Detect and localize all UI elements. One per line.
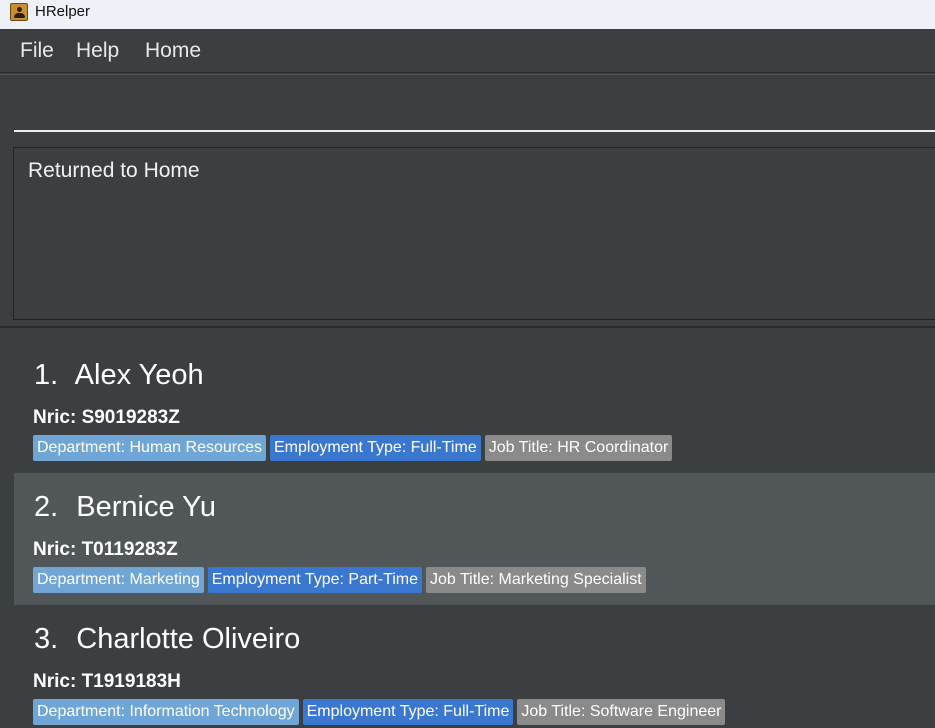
result-display: Returned to Home (13, 147, 935, 320)
menu-file[interactable]: File (20, 39, 54, 63)
job-title-tag: Job Title: Marketing Specialist (426, 567, 646, 593)
person-name-line: 2. Bernice Yu (34, 491, 216, 524)
department-tag: Department: Marketing (33, 567, 204, 593)
panel-divider (0, 326, 935, 328)
command-box (0, 74, 935, 139)
person-list[interactable]: 1. Alex Yeoh Nric: S9019283Z Department:… (14, 341, 935, 728)
person-tags: Department: Human Resources Employment T… (33, 435, 673, 461)
person-card[interactable]: 2. Bernice Yu Nric: T0119283Z Department… (14, 473, 935, 605)
title-bar: HRelper (0, 0, 935, 29)
result-message: Returned to Home (28, 159, 200, 182)
person-name-line: 3. Charlotte Oliveiro (34, 623, 300, 656)
person-tags: Department: Information Technology Emplo… (33, 699, 726, 725)
person-index: 1. (34, 359, 59, 391)
employment-type-tag: Employment Type: Full-Time (269, 435, 481, 461)
person-name: Charlotte Oliveiro (76, 623, 301, 655)
menu-help[interactable]: Help (76, 39, 119, 63)
department-tag: Department: Human Resources (33, 435, 266, 461)
person-card[interactable]: 1. Alex Yeoh Nric: S9019283Z Department:… (14, 341, 935, 473)
command-input[interactable] (14, 90, 935, 132)
menu-bar: File Help Home (0, 29, 935, 73)
menu-home[interactable]: Home (145, 39, 201, 63)
person-tags: Department: Marketing Employment Type: P… (33, 567, 646, 593)
person-index: 2. (34, 491, 59, 523)
department-tag: Department: Information Technology (33, 699, 299, 725)
person-name: Alex Yeoh (74, 359, 204, 391)
person-name-line: 1. Alex Yeoh (34, 359, 204, 392)
job-title-tag: Job Title: Software Engineer (517, 699, 726, 725)
person-name: Bernice Yu (76, 491, 216, 523)
person-card[interactable]: 3. Charlotte Oliveiro Nric: T1919183H De… (14, 605, 935, 728)
employment-type-tag: Employment Type: Full-Time (302, 699, 514, 725)
person-nric: Nric: T1919183H (33, 671, 181, 692)
person-nric: Nric: T0119283Z (33, 539, 178, 560)
person-nric: Nric: S9019283Z (33, 407, 180, 428)
employment-type-tag: Employment Type: Part-Time (207, 567, 423, 593)
person-index: 3. (34, 623, 59, 655)
app-person-icon (10, 3, 28, 21)
window-title: HRelper (35, 3, 91, 20)
job-title-tag: Job Title: HR Coordinator (484, 435, 673, 461)
